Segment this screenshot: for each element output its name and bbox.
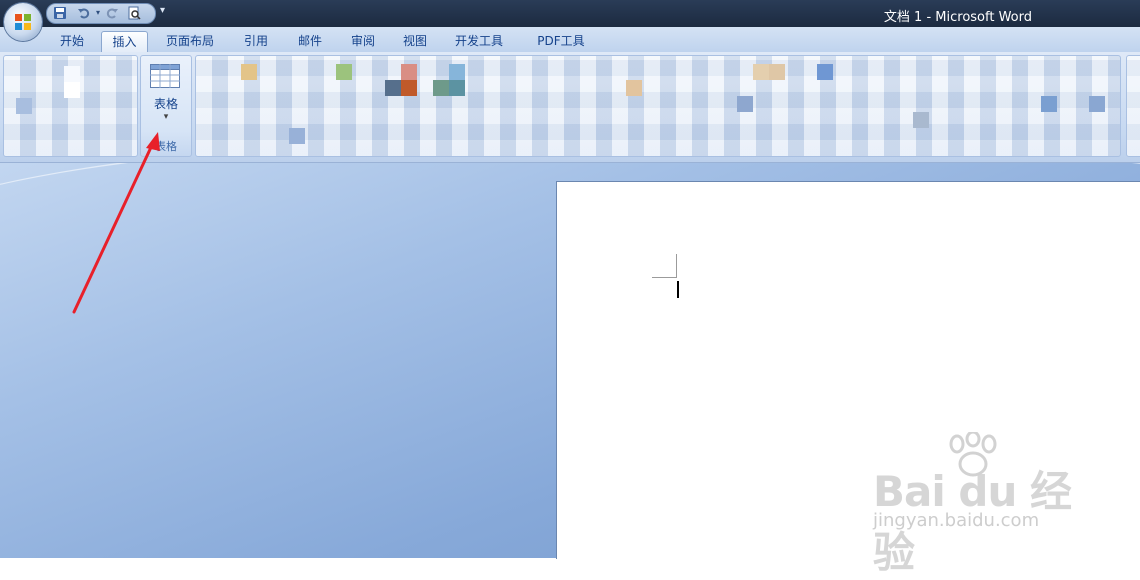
office-logo-icon [15, 14, 31, 30]
office-button[interactable] [4, 3, 42, 41]
baidu-watermark: Bai du 经验 jingyan.baidu.com [873, 432, 1083, 577]
watermark-url: jingyan.baidu.com [873, 510, 1040, 531]
